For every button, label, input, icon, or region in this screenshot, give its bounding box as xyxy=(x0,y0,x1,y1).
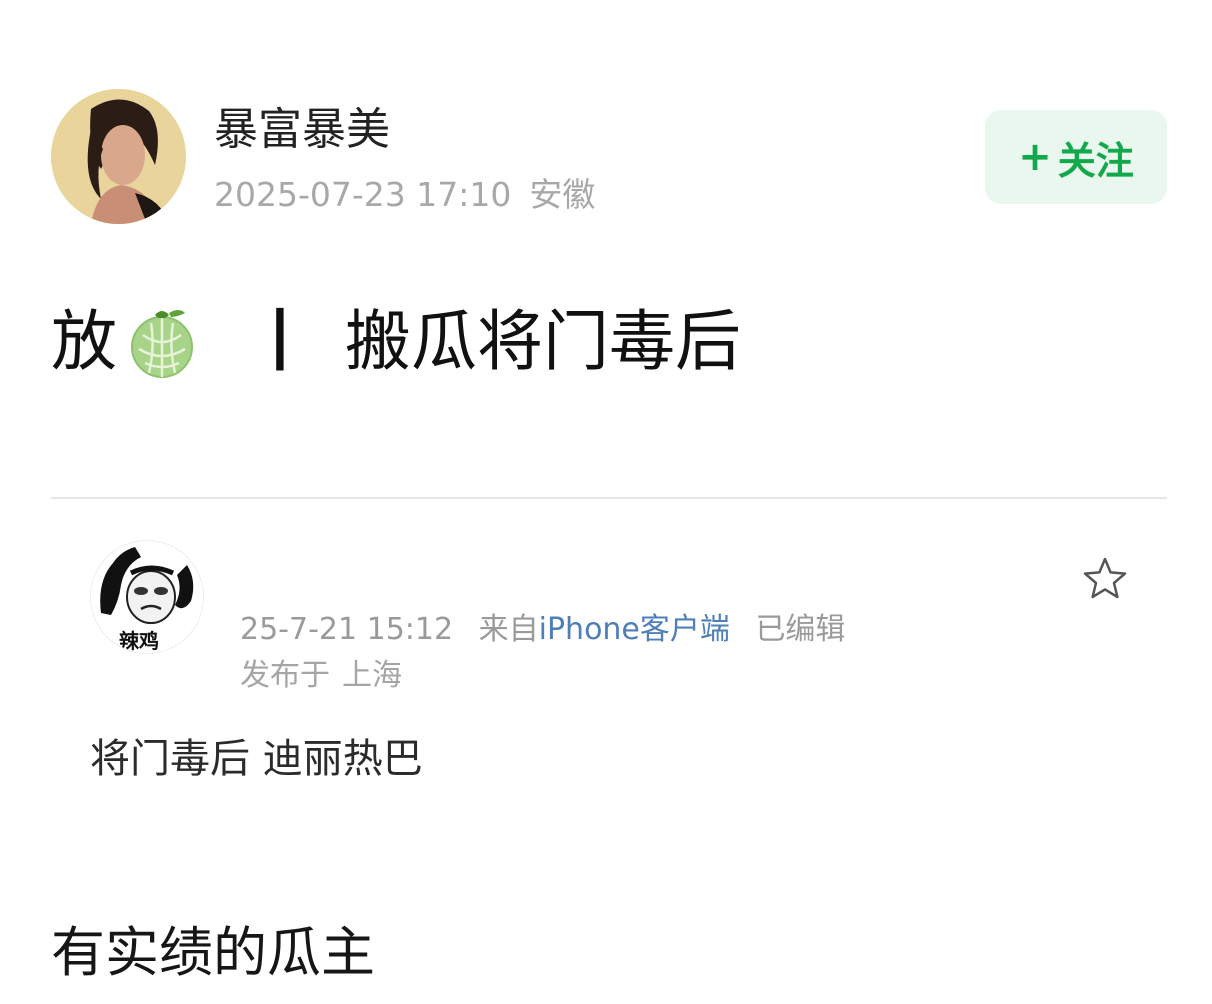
title-prefix: 放 xyxy=(51,303,117,380)
comment-datetime: 25-7-21 15:12 xyxy=(240,612,454,647)
author-avatar-image xyxy=(51,89,186,224)
plus-icon: + xyxy=(1018,134,1052,180)
comment-client-link[interactable]: iPhone客户端 xyxy=(539,612,730,647)
published-location: 上海 xyxy=(342,658,402,693)
comment-avatar[interactable]: 辣鸡 xyxy=(90,540,204,654)
comment-edited: 已编辑 xyxy=(755,612,846,647)
post-meta: 2025-07-23 17:10 安徽 xyxy=(214,172,595,218)
published-prefix: 发布于 xyxy=(240,658,330,693)
author-name[interactable]: 暴富暴美 xyxy=(214,100,390,160)
post-location: 安徽 xyxy=(529,175,596,214)
divider xyxy=(51,497,1167,499)
avatar-caption: 辣鸡 xyxy=(119,629,159,653)
melon-icon xyxy=(125,305,199,379)
post-datetime: 2025-07-23 17:10 xyxy=(214,175,512,214)
follow-button[interactable]: + 关注 xyxy=(985,110,1167,204)
comment-text: 将门毒后 迪丽热巴 xyxy=(90,736,423,782)
star-outline-icon[interactable] xyxy=(1082,556,1128,600)
title-text: 搬瓜将门毒后 xyxy=(345,303,741,380)
title-separator: 丨 xyxy=(247,303,313,380)
comment-source-prefix: 来自 xyxy=(478,612,539,647)
author-avatar[interactable] xyxy=(51,89,186,224)
comment-meta: 25-7-21 15:12 来自iPhone客户端 已编辑 xyxy=(240,609,845,651)
post-title: 放 丨 搬瓜将门毒后 xyxy=(51,302,741,382)
follow-label: 关注 xyxy=(1057,138,1134,183)
footer-text: 有实绩的瓜主 xyxy=(51,921,375,984)
comment-location: 发布于 上海 xyxy=(240,655,402,697)
